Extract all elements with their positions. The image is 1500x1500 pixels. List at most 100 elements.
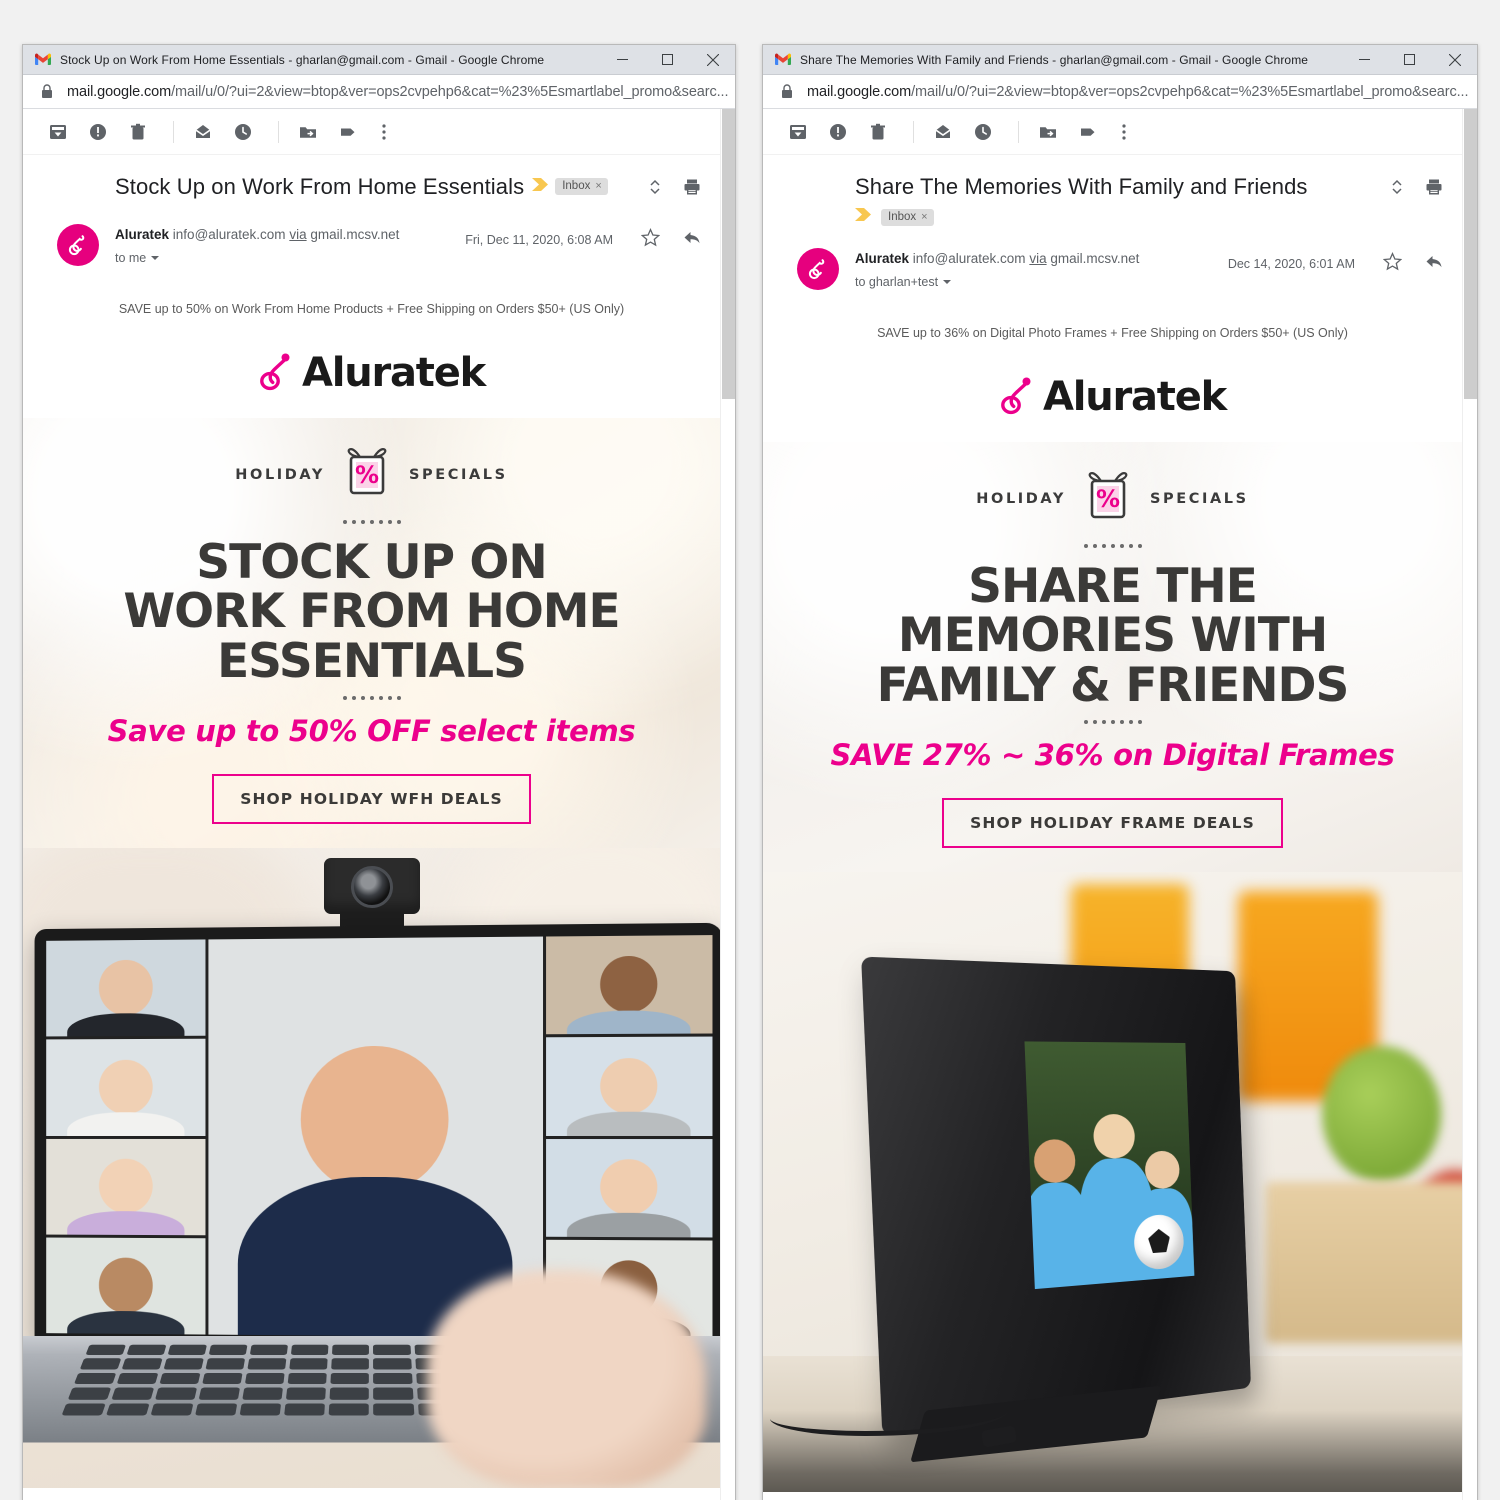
expand-collapse-icon[interactable] — [1390, 177, 1404, 202]
holiday-specials-badge: HOLIDAY % SPECIALS — [785, 470, 1440, 528]
scrollbar-left[interactable] — [720, 109, 735, 1500]
gmail-toolbar-left[interactable] — [23, 109, 720, 155]
gift-percent-icon: % — [1082, 470, 1134, 528]
chevron-down-icon[interactable] — [151, 256, 159, 260]
maximize-button[interactable] — [645, 45, 690, 75]
lock-icon — [41, 84, 53, 99]
thread-subject-row-left: Stock Up on Work From Home Essentials In… — [23, 155, 720, 202]
report-spam-icon[interactable] — [81, 115, 115, 149]
sender-line: Aluratek info@aluratek.com via gmail.mcs… — [855, 250, 1228, 268]
message-date: Dec 14, 2020, 6:01 AM — [1228, 257, 1355, 271]
url-path: /mail/u/0/?ui=2&view=btop&ver=ops2cvpehp… — [911, 84, 1468, 100]
recipient-row[interactable]: to gharlan+test — [855, 275, 1228, 289]
mark-unread-icon[interactable] — [186, 115, 220, 149]
hero-subhead: SAVE 27% ~ 36% on Digital Frames — [785, 738, 1440, 772]
move-to-icon[interactable] — [291, 115, 325, 149]
brand-wordmark: Aluratek — [1043, 374, 1226, 420]
thread-subject-row-right: Share The Memories With Family and Frien… — [763, 155, 1462, 202]
scrollbar-thumb[interactable] — [1464, 109, 1477, 399]
chevron-down-icon[interactable] — [943, 280, 951, 284]
gmail-toolbar-right[interactable] — [763, 109, 1462, 155]
badge-word-left: HOLIDAY — [235, 467, 325, 483]
more-icon[interactable] — [1111, 115, 1137, 149]
gmail-viewport-left: Stock Up on Work From Home Essentials In… — [23, 109, 735, 1500]
via-label[interactable]: via — [289, 227, 306, 242]
label-chip-text: Inbox — [562, 180, 590, 192]
avatar — [57, 224, 99, 266]
brand-logo-row: Aluratek — [763, 364, 1462, 442]
sender-name: Aluratek — [855, 251, 909, 266]
url-text[interactable]: mail.google.com/mail/u/0/?ui=2&view=btop… — [67, 84, 728, 100]
address-bar-left[interactable]: mail.google.com/mail/u/0/?ui=2&view=btop… — [23, 75, 735, 109]
more-icon[interactable] — [371, 115, 397, 149]
print-icon[interactable] — [682, 177, 702, 202]
report-spam-icon[interactable] — [821, 115, 855, 149]
page-title: Stock Up on Work From Home Essentials — [115, 173, 524, 201]
label-chip-remove-icon[interactable]: × — [921, 211, 927, 223]
delete-icon[interactable] — [121, 115, 155, 149]
window-title: Share The Memories With Family and Frien… — [800, 53, 1342, 67]
mark-unread-icon[interactable] — [926, 115, 960, 149]
expand-collapse-icon[interactable] — [648, 177, 662, 202]
dot-divider-top — [785, 544, 1440, 548]
badge-word-right: SPECIALS — [409, 467, 508, 483]
label-arrow-icon — [855, 208, 871, 226]
gmail-content-right: Share The Memories With Family and Frien… — [763, 109, 1462, 1500]
recipient-row[interactable]: to me — [115, 251, 465, 265]
dot-divider-bottom — [785, 720, 1440, 724]
labels-icon[interactable] — [331, 115, 365, 149]
snooze-icon[interactable] — [226, 115, 260, 149]
close-button[interactable] — [1432, 45, 1477, 75]
star-icon[interactable] — [641, 228, 660, 252]
star-icon[interactable] — [1383, 252, 1402, 276]
shop-deals-button[interactable]: SHOP HOLIDAY FRAME DEALS — [942, 798, 1283, 848]
snooze-icon[interactable] — [966, 115, 1000, 149]
window-title: Stock Up on Work From Home Essentials - … — [60, 53, 600, 67]
window-controls-left[interactable] — [600, 45, 735, 75]
archive-icon[interactable] — [781, 115, 815, 149]
chrome-window-left[interactable]: Stock Up on Work From Home Essentials - … — [22, 44, 736, 1500]
labels-icon[interactable] — [1071, 115, 1105, 149]
hero-subhead: Save up to 50% OFF select items — [45, 714, 698, 748]
sender-row-right: Aluratek info@aluratek.com via gmail.mcs… — [763, 226, 1462, 290]
scrollbar-right[interactable] — [1462, 109, 1477, 1500]
reply-icon[interactable] — [1424, 251, 1444, 276]
label-chip-remove-icon[interactable]: × — [595, 180, 601, 192]
digital-photo-frame — [861, 957, 1251, 1437]
close-button[interactable] — [690, 45, 735, 75]
hero-headline: SHARE THE MEMORIES WITH FAMILY & FRIENDS — [785, 562, 1440, 710]
email-preheader: SAVE up to 50% on Work From Home Product… — [23, 266, 720, 316]
label-chip-inbox[interactable]: Inbox × — [555, 178, 608, 195]
headline-line-1: SHARE THE — [785, 562, 1440, 611]
minimize-button[interactable] — [600, 45, 645, 75]
reply-icon[interactable] — [682, 227, 702, 252]
url-text[interactable]: mail.google.com/mail/u/0/?ui=2&view=btop… — [807, 84, 1468, 100]
hero-block-left: HOLIDAY % SPECIALS STOCK UP ON WORK FROM… — [23, 418, 720, 1488]
titlebar-left[interactable]: Stock Up on Work From Home Essentials - … — [23, 45, 735, 75]
chrome-window-right[interactable]: Share The Memories With Family and Frien… — [762, 44, 1478, 1500]
svg-text:%: % — [1096, 485, 1120, 513]
label-group-row: Inbox × — [763, 202, 1462, 226]
gmail-viewport-right: Share The Memories With Family and Frien… — [763, 109, 1477, 1500]
print-icon[interactable] — [1424, 177, 1444, 202]
headline-line-2: MEMORIES WITH — [785, 611, 1440, 660]
label-arrow-icon — [532, 178, 548, 196]
label-chip-inbox[interactable]: Inbox × — [881, 209, 934, 226]
titlebar-right[interactable]: Share The Memories With Family and Frien… — [763, 45, 1477, 75]
toolbar-divider-1 — [913, 121, 914, 143]
delete-icon[interactable] — [861, 115, 895, 149]
archive-icon[interactable] — [41, 115, 75, 149]
minimize-button[interactable] — [1342, 45, 1387, 75]
gmail-icon — [775, 53, 791, 66]
scrollbar-thumb[interactable] — [722, 109, 735, 399]
label-group: Inbox × — [532, 178, 608, 196]
shop-deals-button[interactable]: SHOP HOLIDAY WFH DEALS — [212, 774, 531, 824]
move-to-icon[interactable] — [1031, 115, 1065, 149]
via-label[interactable]: via — [1029, 251, 1046, 266]
recipient-label: to gharlan+test — [855, 275, 938, 289]
maximize-button[interactable] — [1387, 45, 1432, 75]
address-bar-right[interactable]: mail.google.com/mail/u/0/?ui=2&view=btop… — [763, 75, 1477, 109]
window-controls-right[interactable] — [1342, 45, 1477, 75]
webcam-icon — [324, 858, 420, 914]
via-domain: gmail.mcsv.net — [1050, 251, 1139, 266]
